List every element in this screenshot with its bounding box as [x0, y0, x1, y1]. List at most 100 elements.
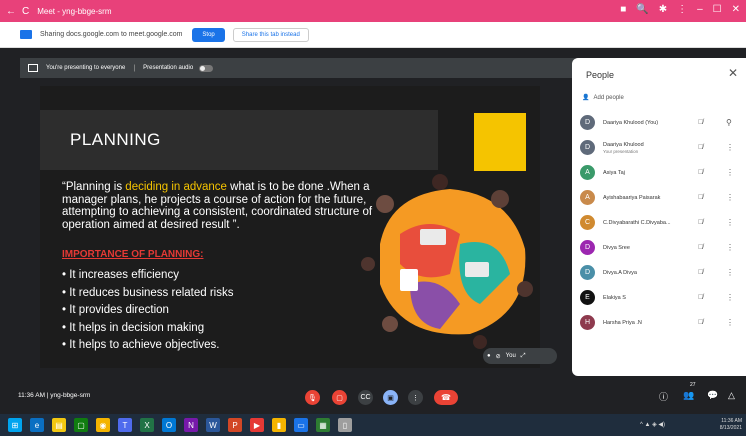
participant-name-text: Divya.A Divya	[603, 269, 637, 276]
participant-row[interactable]: E Elakiya S 🎙̸ ⋮	[580, 285, 740, 310]
mic-off-icon: ⊘	[495, 353, 501, 360]
people-panel: People ✕ 👤 Add people D Daariya Khulood (…	[572, 58, 746, 376]
participant-name: Daariya Khulood Your presentation	[603, 142, 681, 154]
presenting-bar: You're presenting to everyone | Presenta…	[20, 58, 575, 78]
presentation-audio-toggle[interactable]	[199, 64, 214, 72]
present-button[interactable]: ▣	[383, 390, 398, 405]
edge-icon[interactable]: e	[30, 418, 44, 432]
activities-icon[interactable]: △	[728, 390, 735, 401]
meeting-code: yng-bbge-srm	[50, 392, 91, 399]
reload-icon[interactable]: C	[22, 6, 29, 17]
participant-name: C.Divyabarathi C.Divyaba...	[603, 220, 681, 226]
sharing-bar: Sharing docs.google.com to meet.google.c…	[0, 22, 746, 48]
sticky-notes-icon[interactable]: ▮	[272, 418, 286, 432]
mic-off-icon: 🎙̸	[698, 144, 704, 151]
more-options-icon[interactable]: ⋮	[726, 168, 734, 177]
expand-icon[interactable]: ⤢	[521, 353, 526, 360]
mic-off-icon: 🎙̸	[698, 219, 704, 226]
mic-off-icon: 🎙̸	[698, 169, 704, 176]
more-options-icon[interactable]: ⋮	[726, 218, 734, 227]
present-icon	[28, 64, 38, 72]
self-view-pill[interactable]: ● ⊘ You ⤢	[483, 348, 557, 364]
bullet-item: • It reduces business related risks	[62, 286, 234, 299]
more-options-icon[interactable]: ⋮	[726, 193, 734, 202]
outlook-icon[interactable]: O	[162, 418, 176, 432]
more-options-icon[interactable]: ⋮	[726, 268, 734, 277]
notepad-icon[interactable]: ▯	[338, 418, 352, 432]
chrome-icon[interactable]: ◉	[96, 418, 110, 432]
mic-off-icon: 🎙̸	[698, 319, 704, 326]
participant-row[interactable]: D Daariya Khulood (You) 🎙̸ ⚲	[580, 110, 740, 135]
avatar-icon: ●	[487, 353, 491, 359]
you-label: You	[505, 353, 516, 359]
participant-row[interactable]: A Ayishabaariya Paisarak 🎙̸ ⋮	[580, 185, 740, 210]
participant-name: Asiya Taj	[603, 170, 681, 176]
add-people-button[interactable]: 👤 Add people	[582, 94, 624, 102]
participant-name-text: Ayishabaariya Paisarak	[603, 194, 661, 201]
info-icon[interactable]: ⓘ	[659, 390, 668, 403]
teamwork-illustration	[361, 174, 533, 349]
system-tray-icons[interactable]: ^ ▲ ◈ ◀)	[640, 421, 665, 428]
photos-icon[interactable]: ▦	[316, 418, 330, 432]
chat-icon[interactable]: 💬	[707, 390, 718, 401]
captions-button[interactable]: CC	[358, 390, 373, 405]
more-options-icon[interactable]: ⋮	[726, 293, 734, 302]
camera-toggle-button[interactable]: ▢	[332, 390, 347, 405]
participant-name: Ayishabaariya Paisarak	[603, 195, 681, 201]
call-control-bar: 11:36 AM | yng-bbge-srm 🎙 ▢ CC ▣ ⋮ ☎ ⓘ 👥…	[0, 380, 746, 414]
avatar: D	[580, 265, 595, 280]
back-icon[interactable]: ←	[6, 6, 16, 17]
close-icon[interactable]: ✕	[728, 66, 738, 80]
participant-row[interactable]: H Harsha Priya .N 🎙̸ ⋮	[580, 310, 740, 335]
avatar: A	[580, 165, 595, 180]
participant-name-text: Daariya Khulood (You)	[603, 119, 659, 126]
avatar: A	[580, 190, 595, 205]
clock[interactable]: 11:36 AM 8/13/2021	[720, 418, 742, 432]
store-icon[interactable]: ▢	[74, 418, 88, 432]
share-this-tab-button[interactable]: Share this tab instead	[232, 27, 309, 42]
more-options-icon[interactable]: ⋮	[726, 243, 734, 252]
windows-start-icon[interactable]: ⊞	[8, 418, 22, 432]
avatar: D	[580, 140, 595, 155]
mic-off-icon: 🎙̸	[698, 119, 704, 126]
powerpoint-icon[interactable]: P	[228, 418, 242, 432]
menu-icon[interactable]: ⋮	[677, 4, 687, 15]
bullet-item: • It provides direction	[62, 304, 169, 317]
presentation-audio-label: Presentation audio	[143, 65, 194, 71]
people-icon[interactable]: 👥	[683, 390, 694, 401]
onenote-icon[interactable]: N	[184, 418, 198, 432]
screen-share-icon	[20, 30, 32, 39]
more-options-button[interactable]: ⋮	[408, 390, 423, 405]
close-window-icon[interactable]: ✕	[732, 4, 740, 15]
meet-app-icon[interactable]: ▭	[294, 418, 308, 432]
minimize-icon[interactable]: –	[697, 4, 703, 15]
sharing-text: Sharing docs.google.com to meet.google.c…	[40, 31, 183, 38]
word-icon[interactable]: W	[206, 418, 220, 432]
more-options-icon[interactable]: ⋮	[726, 318, 734, 327]
participant-name: Harsha Priya .N	[603, 320, 681, 326]
excel-icon[interactable]: X	[140, 418, 154, 432]
media-icon[interactable]: ▶	[250, 418, 264, 432]
mic-off-icon: 🎙̸	[698, 244, 704, 251]
slide-quote: “Planning is deciding in advance what is…	[62, 181, 387, 231]
file-explorer-icon[interactable]: ▤	[52, 418, 66, 432]
participant-row[interactable]: D Divya.A Divya 🎙̸ ⋮	[580, 260, 740, 285]
slide-title: PLANNING	[70, 130, 161, 149]
key-icon[interactable]: ■	[620, 4, 626, 15]
maximize-icon[interactable]: ☐	[713, 4, 722, 15]
teams-icon[interactable]: T	[118, 418, 132, 432]
leave-call-button[interactable]: ☎	[434, 390, 458, 405]
participant-row[interactable]: C C.Divyabarathi C.Divyaba... 🎙̸ ⋮	[580, 210, 740, 235]
participant-subtitle: Your presentation	[603, 148, 639, 154]
more-options-icon[interactable]: ⚲	[726, 118, 732, 127]
participant-row[interactable]: A Asiya Taj 🎙̸ ⋮	[580, 160, 740, 185]
zoom-icon[interactable]: 🔍	[636, 4, 648, 15]
stop-sharing-button[interactable]: Stop	[192, 27, 225, 42]
extensions-icon[interactable]: ✱	[659, 4, 667, 15]
mic-toggle-button[interactable]: 🎙	[305, 390, 320, 405]
participant-row[interactable]: D Daariya Khulood Your presentation 🎙̸ ⋮	[580, 135, 740, 160]
avatar: D	[580, 115, 595, 130]
more-options-icon[interactable]: ⋮	[726, 143, 734, 152]
bullet-list: • It increases efficiency • It reduces b…	[62, 267, 234, 355]
participant-row[interactable]: D Divya Sree 🎙̸ ⋮	[580, 235, 740, 260]
